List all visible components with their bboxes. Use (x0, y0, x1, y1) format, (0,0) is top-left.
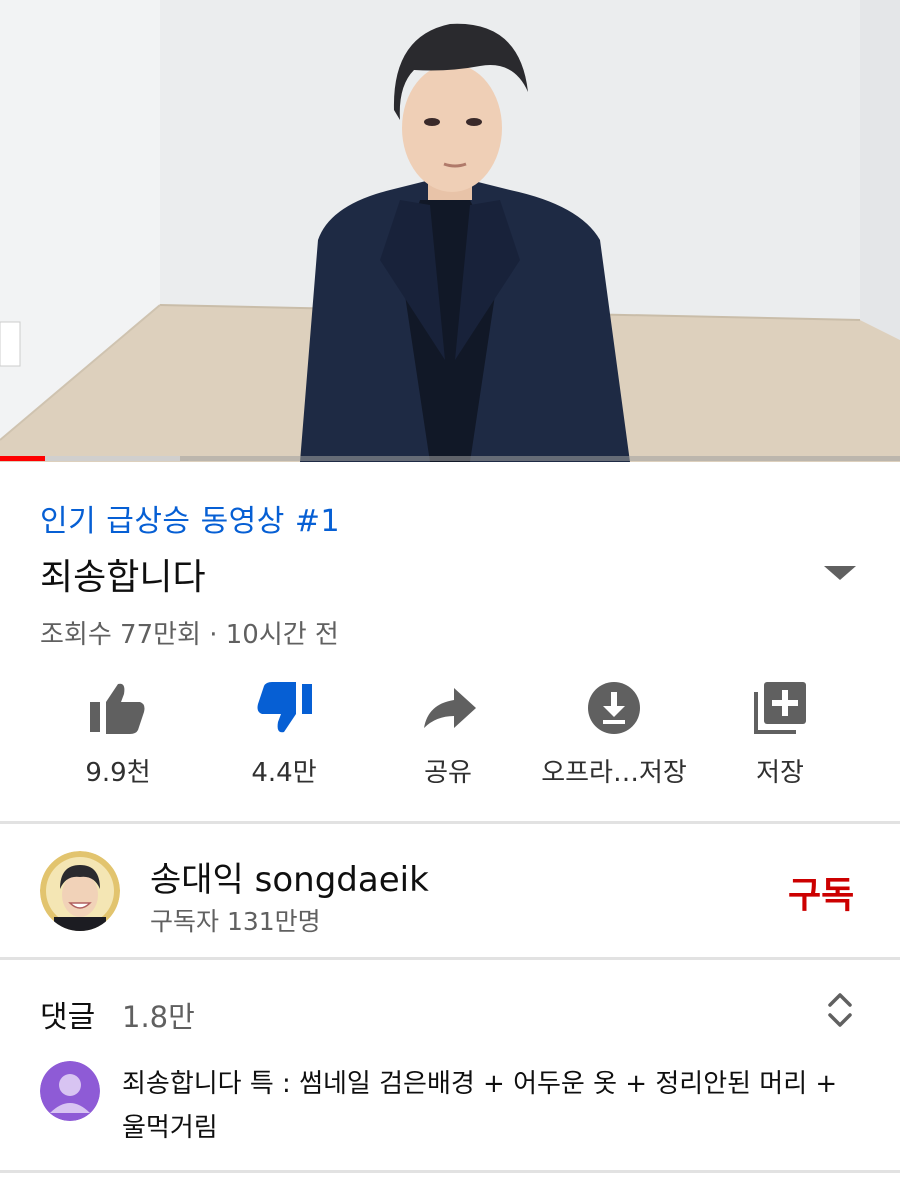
video-frame (0, 0, 900, 462)
video-player[interactable] (0, 0, 900, 462)
subscribe-button[interactable]: 구독 (788, 866, 854, 918)
chevron-down-icon[interactable] (818, 558, 862, 586)
save-label: 저장 (756, 758, 804, 788)
share-button[interactable]: 공유 (358, 676, 538, 796)
dislike-count: 4.4만 (251, 758, 317, 788)
divider (0, 957, 900, 960)
progress-played (0, 456, 45, 461)
subscriber-count: 구독자 131만명 (150, 907, 321, 936)
download-icon (588, 682, 640, 734)
trending-badge-link[interactable]: 인기 급상승 동영상 #1 (40, 496, 340, 540)
action-bar: 9.9천 4.4만 공유 오프라…저장 저장 (0, 676, 900, 796)
thumbs-down-icon (257, 682, 312, 733)
comments-count: 1.8만 (122, 1000, 195, 1034)
channel-avatar[interactable] (40, 851, 120, 931)
dislike-button[interactable]: 4.4만 (194, 676, 374, 796)
share-label: 공유 (424, 758, 472, 788)
comments-heading[interactable]: 댓글 (40, 992, 95, 1036)
add-to-playlist-icon (754, 682, 806, 734)
like-button[interactable]: 9.9천 (28, 676, 208, 796)
divider (0, 1170, 900, 1173)
unfold-icon[interactable] (822, 990, 858, 1030)
like-count: 9.9천 (85, 758, 151, 788)
commenter-avatar[interactable] (40, 1061, 100, 1121)
top-comment-text[interactable]: 죄송합니다 특 : 썸네일 검은배경 + 어두운 옷 + 정리안된 머리 + 울… (122, 1062, 862, 1150)
save-to-playlist-button[interactable]: 저장 (690, 676, 870, 796)
video-title[interactable]: 죄송합니다 (40, 548, 206, 600)
thumbs-up-icon (90, 683, 145, 734)
divider (0, 821, 900, 824)
progress-bar[interactable] (0, 456, 900, 461)
download-label: 오프라…저장 (541, 758, 687, 788)
download-button[interactable]: 오프라…저장 (524, 676, 704, 796)
channel-name[interactable]: 송대익 songdaeik (150, 852, 429, 901)
share-icon (424, 688, 476, 728)
view-count-and-date: 조회수 77만회 · 10시간 전 (40, 620, 339, 650)
